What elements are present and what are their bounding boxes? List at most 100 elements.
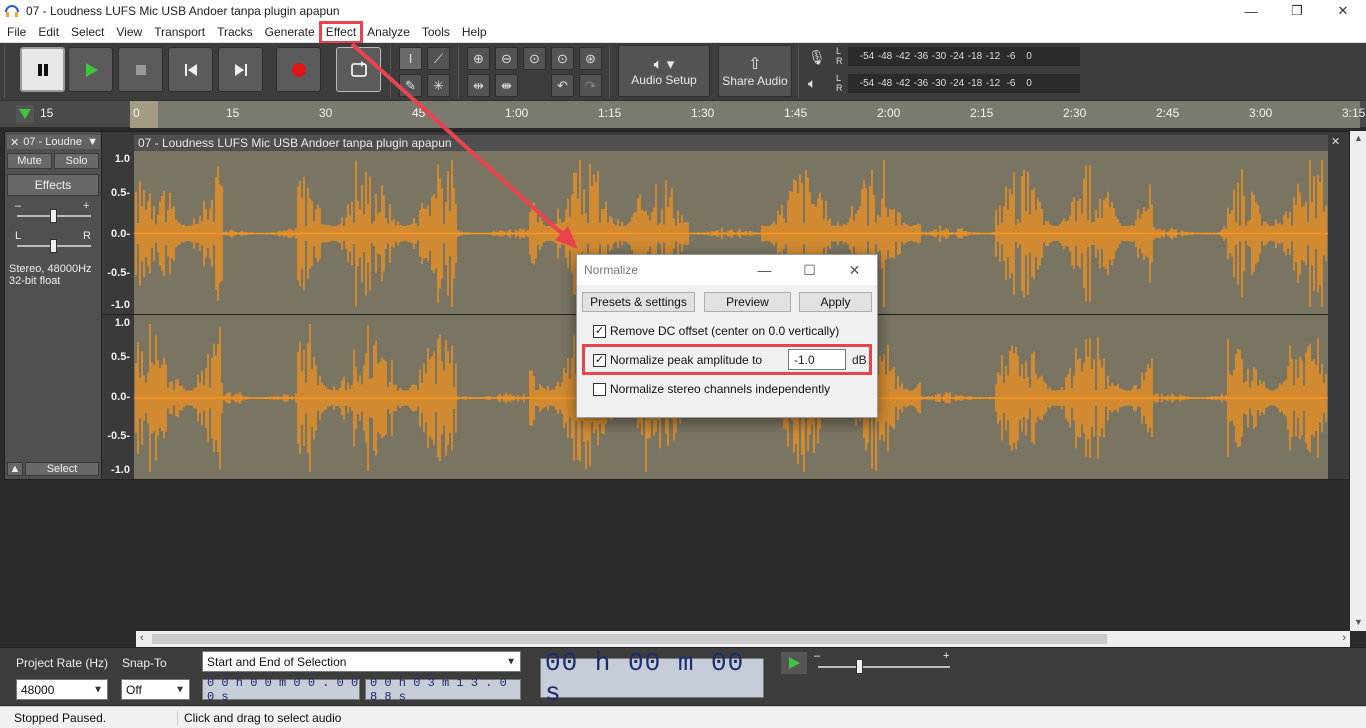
pause-icon [37, 63, 48, 76]
effects-button[interactable]: Effects [7, 174, 99, 196]
selection-end-time[interactable]: 0 0 h 0 3 m 1 3 . 0 8 8 s [365, 676, 521, 704]
audio-position-display[interactable]: 00 h 00 m 00 s [540, 648, 764, 708]
dialog-maximize-button[interactable]: ☐ [787, 262, 832, 279]
timeline-ruler[interactable]: 15 0 15 30 45 1:00 1:15 1:30 1:45 2:00 2:15 2:30 2:4… [0, 100, 1366, 128]
menu-analyze[interactable]: Analyze [361, 23, 416, 42]
selection-start-time[interactable]: 0 0 h 0 0 m 0 0 . 0 0 0 s [202, 676, 360, 704]
project-rate-label: Project Rate (Hz) [16, 656, 109, 670]
mute-button[interactable]: Mute [7, 153, 52, 169]
i-beam-icon: I [408, 51, 413, 66]
menu-view[interactable]: View [110, 23, 148, 42]
selection-tool[interactable]: I [399, 47, 422, 70]
skip-to-start-button[interactable] [168, 47, 213, 92]
scroll-left-icon[interactable]: ‹ [140, 632, 144, 644]
timeline-options-button[interactable] [16, 105, 34, 126]
menu-help[interactable]: Help [456, 23, 493, 42]
vertical-scrollbar[interactable]: ▲ ▼ [1350, 131, 1366, 631]
envelope-tool[interactable]: ⟋ [427, 47, 450, 70]
maximize-button[interactable]: ❐ [1274, 0, 1320, 22]
stereo-independent-checkbox[interactable] [593, 382, 606, 396]
scroll-up-icon[interactable]: ▲ [1354, 133, 1363, 143]
solo-button[interactable]: Solo [54, 153, 99, 169]
close-clip-icon[interactable]: ✕ [1331, 135, 1340, 148]
remove-dc-option[interactable]: ✓ Remove DC offset (center on 0.0 vertic… [593, 324, 839, 338]
pause-button[interactable] [20, 47, 65, 92]
project-rate-select[interactable]: 48000 ▼ [16, 679, 108, 700]
silence-button[interactable]: ⇼ [495, 74, 518, 97]
microphone-icon[interactable]: 🎙︎ [808, 49, 826, 66]
dialog-title-bar: Normalize — ☐ ✕ [577, 255, 877, 285]
stop-button[interactable] [118, 47, 163, 92]
play-at-speed-button[interactable] [781, 652, 807, 674]
play-button[interactable] [68, 47, 113, 92]
scroll-right-icon[interactable]: › [1342, 632, 1346, 644]
fit-project-button[interactable]: ⊙ [551, 47, 574, 70]
draw-tool[interactable]: ✎ [399, 74, 422, 97]
undo-button[interactable]: ↶ [551, 74, 574, 97]
record-button[interactable] [276, 47, 321, 92]
close-button[interactable]: ✕ [1320, 0, 1366, 22]
speaker-icon: 🔈︎ ▾ [653, 56, 675, 73]
menu-file[interactable]: File [1, 23, 32, 42]
toolbar-grip[interactable] [4, 45, 12, 98]
timeline-tick: 1:00 [505, 106, 529, 120]
menu-edit[interactable]: Edit [32, 23, 65, 42]
fit-selection-button[interactable]: ⊙ [523, 47, 546, 70]
selection-mode-select[interactable]: Start and End of Selection ▼ [202, 651, 521, 672]
share-icon: ⇧ [748, 56, 762, 73]
fit-selection-icon: ⊙ [529, 50, 540, 66]
select-track-button[interactable]: Select [25, 462, 99, 476]
menu-tracks[interactable]: Tracks [211, 23, 259, 42]
dialog-close-button[interactable]: ✕ [832, 262, 877, 279]
play-meter-channels: LR [836, 73, 843, 93]
gain-slider-thumb[interactable] [50, 209, 57, 223]
audio-setup-label: Audio Setup [631, 73, 697, 87]
share-audio-button[interactable]: ⇧ Share Audio [718, 45, 792, 97]
pan-slider-thumb[interactable] [50, 239, 57, 253]
loop-button[interactable] [336, 47, 381, 92]
close-track-icon[interactable]: ✕ [7, 136, 23, 149]
playback-speaker-icon[interactable]: 🔈︎ [808, 75, 816, 92]
stereo-independent-option[interactable]: Normalize stereo channels independently [593, 382, 830, 396]
preview-button[interactable]: Preview [704, 292, 791, 312]
horizontal-scroll-thumb[interactable] [152, 634, 1107, 644]
dialog-minimize-button[interactable]: — [742, 262, 787, 278]
gain-minus-label: – [15, 200, 22, 212]
menu-tools[interactable]: Tools [416, 23, 456, 42]
audio-setup-button[interactable]: 🔈︎ ▾ Audio Setup [618, 45, 710, 97]
playback-meter[interactable]: -54 -48 -42 -36 -30 -24 -18 -12 -6 0 [848, 74, 1080, 93]
collapse-track-button[interactable]: ▲ [7, 462, 23, 476]
apply-button[interactable]: Apply [799, 292, 872, 312]
menu-generate[interactable]: Generate [259, 23, 321, 42]
chevron-down-icon: ▼ [175, 684, 185, 695]
vertical-scale[interactable]: 1.0 0.5- 0.0- -0.5- -1.0 1.0 0.5- 0.0- -… [103, 132, 133, 479]
record-meter-channels: LR [836, 46, 843, 66]
menu-effect[interactable]: Effect [318, 20, 364, 44]
fit-project-icon: ⊙ [557, 50, 568, 66]
track-name-menu[interactable]: ✕ 07 - Loudne ▼ [7, 135, 100, 149]
menu-transport[interactable]: Transport [148, 23, 211, 42]
zoom-in-button[interactable]: ⊕ [467, 47, 490, 70]
presets-settings-button[interactable]: Presets & settings [582, 292, 695, 312]
horizontal-scrollbar[interactable]: ‹ › [136, 631, 1350, 647]
speed-slider-thumb[interactable] [856, 659, 863, 674]
speed-slider[interactable] [818, 666, 950, 668]
scroll-down-icon[interactable]: ▼ [1354, 617, 1363, 627]
zoom-out-button[interactable]: ⊖ [495, 47, 518, 70]
timeline-tick: 1:15 [598, 106, 622, 120]
redo-button[interactable]: ↷ [579, 74, 602, 97]
record-meter[interactable]: -54 -48 -42 -36 -30 -24 -18 -12 -6 0 [848, 47, 1080, 66]
trim-button[interactable]: ⇹ [467, 74, 490, 97]
track-format-bits: 32-bit float [9, 275, 61, 287]
clip-title[interactable]: 07 - Loudness LUFS Mic USB Andoer tanpa … [134, 135, 1328, 151]
snap-to-select[interactable]: Off ▼ [121, 679, 190, 700]
play-icon [85, 62, 98, 77]
menu-select[interactable]: Select [65, 23, 110, 42]
remove-dc-checkbox[interactable]: ✓ [593, 324, 606, 338]
skip-to-end-button[interactable] [218, 47, 263, 92]
multi-tool[interactable]: ✳ [427, 74, 450, 97]
pan-right-label: R [83, 230, 91, 242]
minimize-button[interactable]: — [1228, 0, 1274, 22]
start-time-value: 0 0 h 0 0 m 0 0 . 0 0 0 s [207, 675, 359, 704]
zoom-toggle-button[interactable]: ⊛ [579, 47, 602, 70]
